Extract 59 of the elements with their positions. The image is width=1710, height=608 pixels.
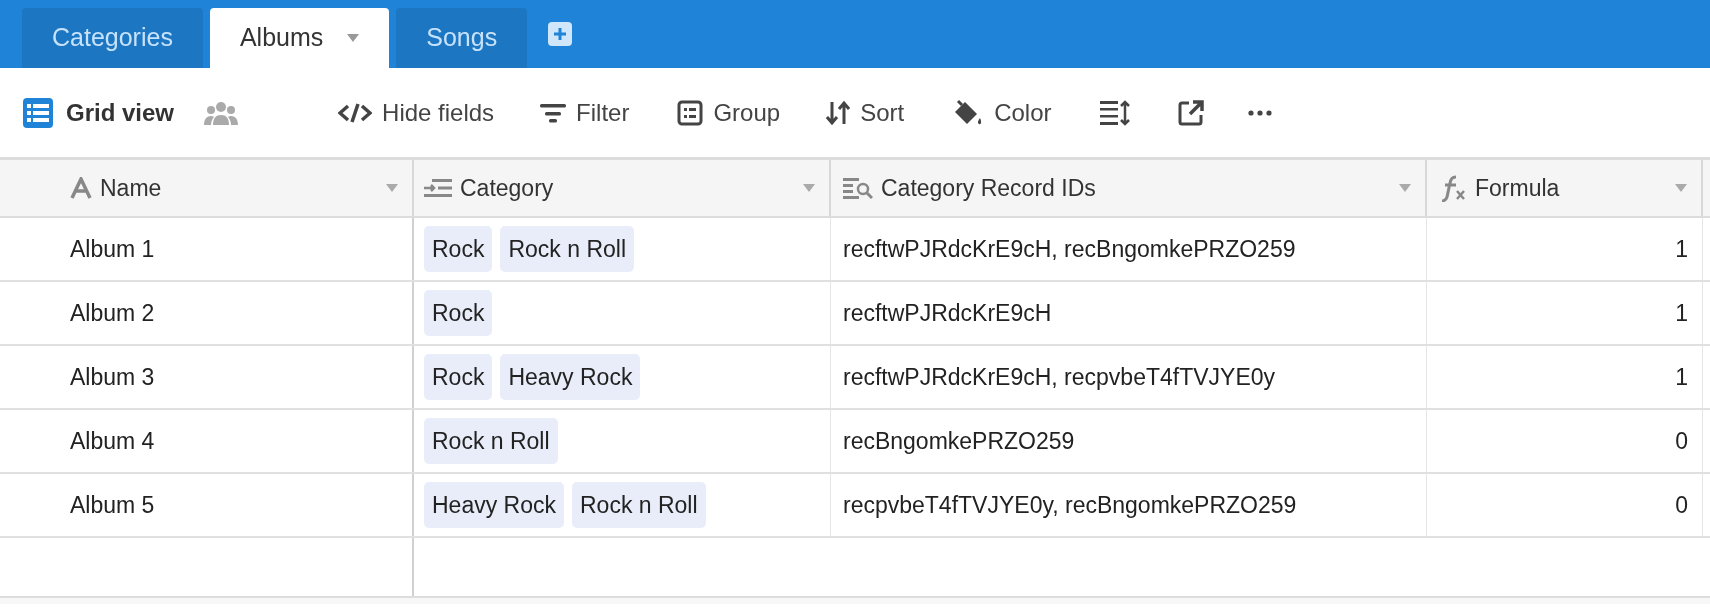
column-header[interactable]: Category [414, 160, 831, 216]
category-tag: Rock [424, 289, 493, 337]
filter-icon [540, 101, 567, 124]
color-button[interactable]: Color [952, 94, 1052, 131]
table-cell: 1 [1427, 282, 1703, 344]
table-cell: 0 [1427, 410, 1703, 472]
table-cell: recftwPJRdcKrE9cH [831, 282, 1427, 344]
tab[interactable]: Categories [22, 8, 203, 68]
category-tag: Rock [424, 353, 493, 401]
table-cell: Album 1 [0, 218, 414, 280]
letter-a-icon [70, 177, 92, 199]
grid-icon [22, 96, 54, 129]
category-tag: Rock n Roll [500, 225, 634, 273]
caret-icon [386, 184, 398, 192]
category-tag: Rock n Roll [572, 481, 706, 529]
group-button[interactable]: Group [677, 94, 781, 131]
tab[interactable]: Songs [396, 8, 528, 68]
share-button[interactable] [1177, 99, 1204, 126]
table-cell: 1 [1427, 346, 1703, 408]
table-cell: Album 4 [0, 410, 414, 472]
code-slash-icon [338, 102, 373, 123]
category-tag: Rock [424, 225, 493, 273]
hide-fields-button[interactable]: Hide fields [338, 94, 495, 131]
lookup-list-icon [843, 176, 873, 200]
table-cell: 0 [1427, 474, 1703, 536]
caret-icon [803, 184, 815, 192]
table-cell: Album 5 [0, 474, 414, 536]
view-name-button[interactable]: Grid view [66, 94, 175, 131]
more-button[interactable] [1247, 109, 1272, 116]
table-cell: recftwPJRdcKrE9cH, recpvbeT4fTVJYE0y [831, 346, 1427, 408]
filter-button[interactable]: Filter [540, 94, 630, 131]
more-icon [1247, 109, 1272, 116]
table-cell: recftwPJRdcKrE9cH, recBngomkePRZO259 [831, 218, 1427, 280]
sort-icon [826, 99, 851, 126]
linked-list-icon [424, 177, 452, 199]
category-tag: Heavy Rock [424, 481, 564, 529]
category-tag: Rock n Roll [424, 417, 558, 465]
caret-icon [1675, 184, 1687, 192]
table-cell: Album 2 [0, 282, 414, 344]
category-tag: Heavy Rock [500, 353, 641, 401]
column-header[interactable]: Formula [1427, 160, 1703, 216]
tab[interactable]: Albums [209, 8, 390, 68]
row-height-icon [1099, 99, 1130, 126]
formula-icon [1439, 174, 1467, 202]
table-cell: recBngomkePRZO259 [831, 410, 1427, 472]
column-header[interactable]: Name [0, 160, 414, 216]
row-height-button[interactable] [1099, 99, 1130, 126]
plus-icon [553, 27, 568, 41]
sort-button[interactable]: Sort [826, 94, 905, 131]
table-cell: 1 [1427, 218, 1703, 280]
share-icon [1177, 99, 1204, 126]
column-header[interactable]: Category Record IDs [831, 160, 1427, 216]
table-cell: recpvbeT4fTVJYE0y, recBngomkePRZO259 [831, 474, 1427, 536]
add-tab-button[interactable] [548, 22, 573, 46]
people-icon [204, 100, 239, 125]
caret-icon [347, 34, 360, 42]
table-cell: Album 3 [0, 346, 414, 408]
caret-icon [1399, 184, 1411, 192]
list-box-icon [677, 99, 704, 126]
